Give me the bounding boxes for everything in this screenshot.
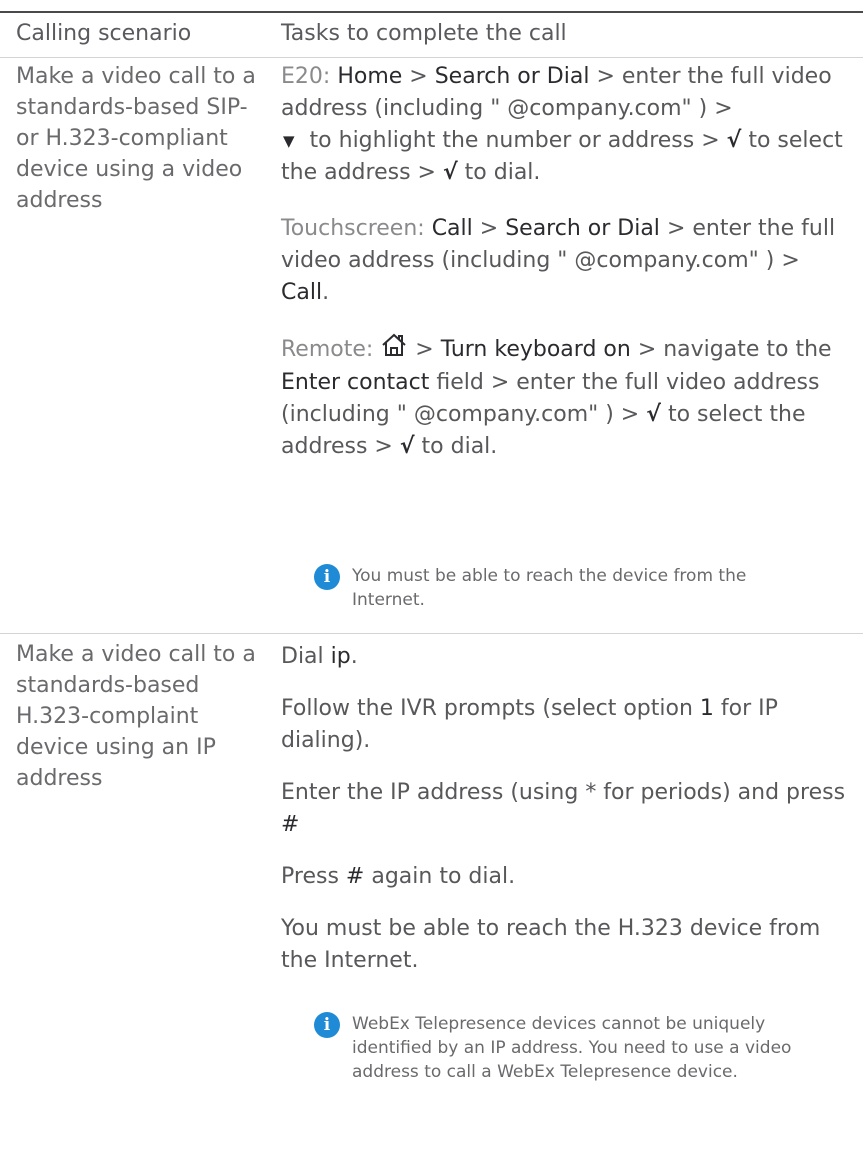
enter-ip-text: Enter the IP address (using * for period… <box>281 780 846 805</box>
column-header-tasks: Tasks to complete the call <box>281 21 567 46</box>
ivr-text: Follow the IVR prompts (select option <box>281 696 693 721</box>
check-icon: √ <box>442 160 458 185</box>
touchscreen-label: Touchscreen: <box>281 216 425 241</box>
check-icon: √ <box>726 128 742 153</box>
home-menu-item: Home <box>337 64 403 89</box>
enter-contact-field-label: Enter contact <box>281 370 430 395</box>
search-or-dial-menu-item: Search or Dial <box>505 216 660 241</box>
ivr-option-number: 1 <box>699 696 714 721</box>
down-arrow-icon: ▼ <box>283 132 295 150</box>
reach-step: You must be able to reach the H.323 devi… <box>281 916 821 973</box>
info-icon: i <box>314 564 340 590</box>
row1-note-text: You must be able to reach the device fro… <box>352 566 747 610</box>
call-menu-item: Call <box>431 216 473 241</box>
row2-tasks: Dial ip. Follow the IVR prompts (select … <box>281 641 851 977</box>
dial-text: Dial <box>281 644 324 669</box>
column-header-scenario: Calling scenario <box>16 21 192 46</box>
dial-ip-step: Dial ip. <box>281 641 851 673</box>
row1-scenario: Make a video call to a standards-based S… <box>16 64 256 213</box>
touchscreen-instructions: Touchscreen: Call > Search or Dial > ent… <box>281 213 851 309</box>
home-icon <box>380 333 408 367</box>
dial-ip-value: ip <box>330 644 351 669</box>
remote-text-4: to dial. <box>421 434 498 459</box>
table-top-rule <box>0 11 863 13</box>
call-button-label: Call <box>281 280 323 305</box>
e20-label: E20: <box>281 64 331 89</box>
row-divider <box>0 633 863 634</box>
separator: > <box>415 337 434 362</box>
check-icon: √ <box>646 402 661 427</box>
row2-note-text: WebEx Telepresence devices cannot be uni… <box>352 1014 792 1082</box>
e20-text-4: to dial. <box>464 160 541 185</box>
check-icon: √ <box>399 434 415 459</box>
separator: > <box>409 64 428 89</box>
enter-ip-step: Enter the IP address (using * for period… <box>281 777 851 841</box>
press-text-post: again to dial. <box>371 864 516 889</box>
remote-text-1: > navigate to the <box>637 337 832 362</box>
period: . <box>322 280 330 305</box>
e20-text-2: to highlight the number or address > <box>309 128 720 153</box>
header-divider <box>0 57 863 58</box>
remote-label: Remote: <box>281 337 374 362</box>
calling-scenarios-table: Calling scenario Tasks to complete the c… <box>0 0 863 1162</box>
press-text: Press <box>281 864 339 889</box>
info-icon: i <box>314 1012 340 1038</box>
ivr-step: Follow the IVR prompts (select option 1 … <box>281 693 851 757</box>
press-pound-step: Press # again to dial. <box>281 861 851 893</box>
pound-key: # <box>281 812 300 837</box>
search-or-dial-menu-item: Search or Dial <box>434 64 590 89</box>
row2-scenario: Make a video call to a standards-based H… <box>16 642 256 791</box>
turn-keyboard-on-menu-item: Turn keyboard on <box>440 337 631 362</box>
pound-key: # <box>345 864 365 889</box>
row1-tasks: E20: Home > Search or Dial > enter the f… <box>281 61 851 487</box>
period: . <box>350 644 358 669</box>
e20-instructions: E20: Home > Search or Dial > enter the f… <box>281 61 851 189</box>
remote-instructions: Remote: > Turn keyboard on > navigate to… <box>281 333 851 463</box>
separator: > <box>479 216 499 241</box>
